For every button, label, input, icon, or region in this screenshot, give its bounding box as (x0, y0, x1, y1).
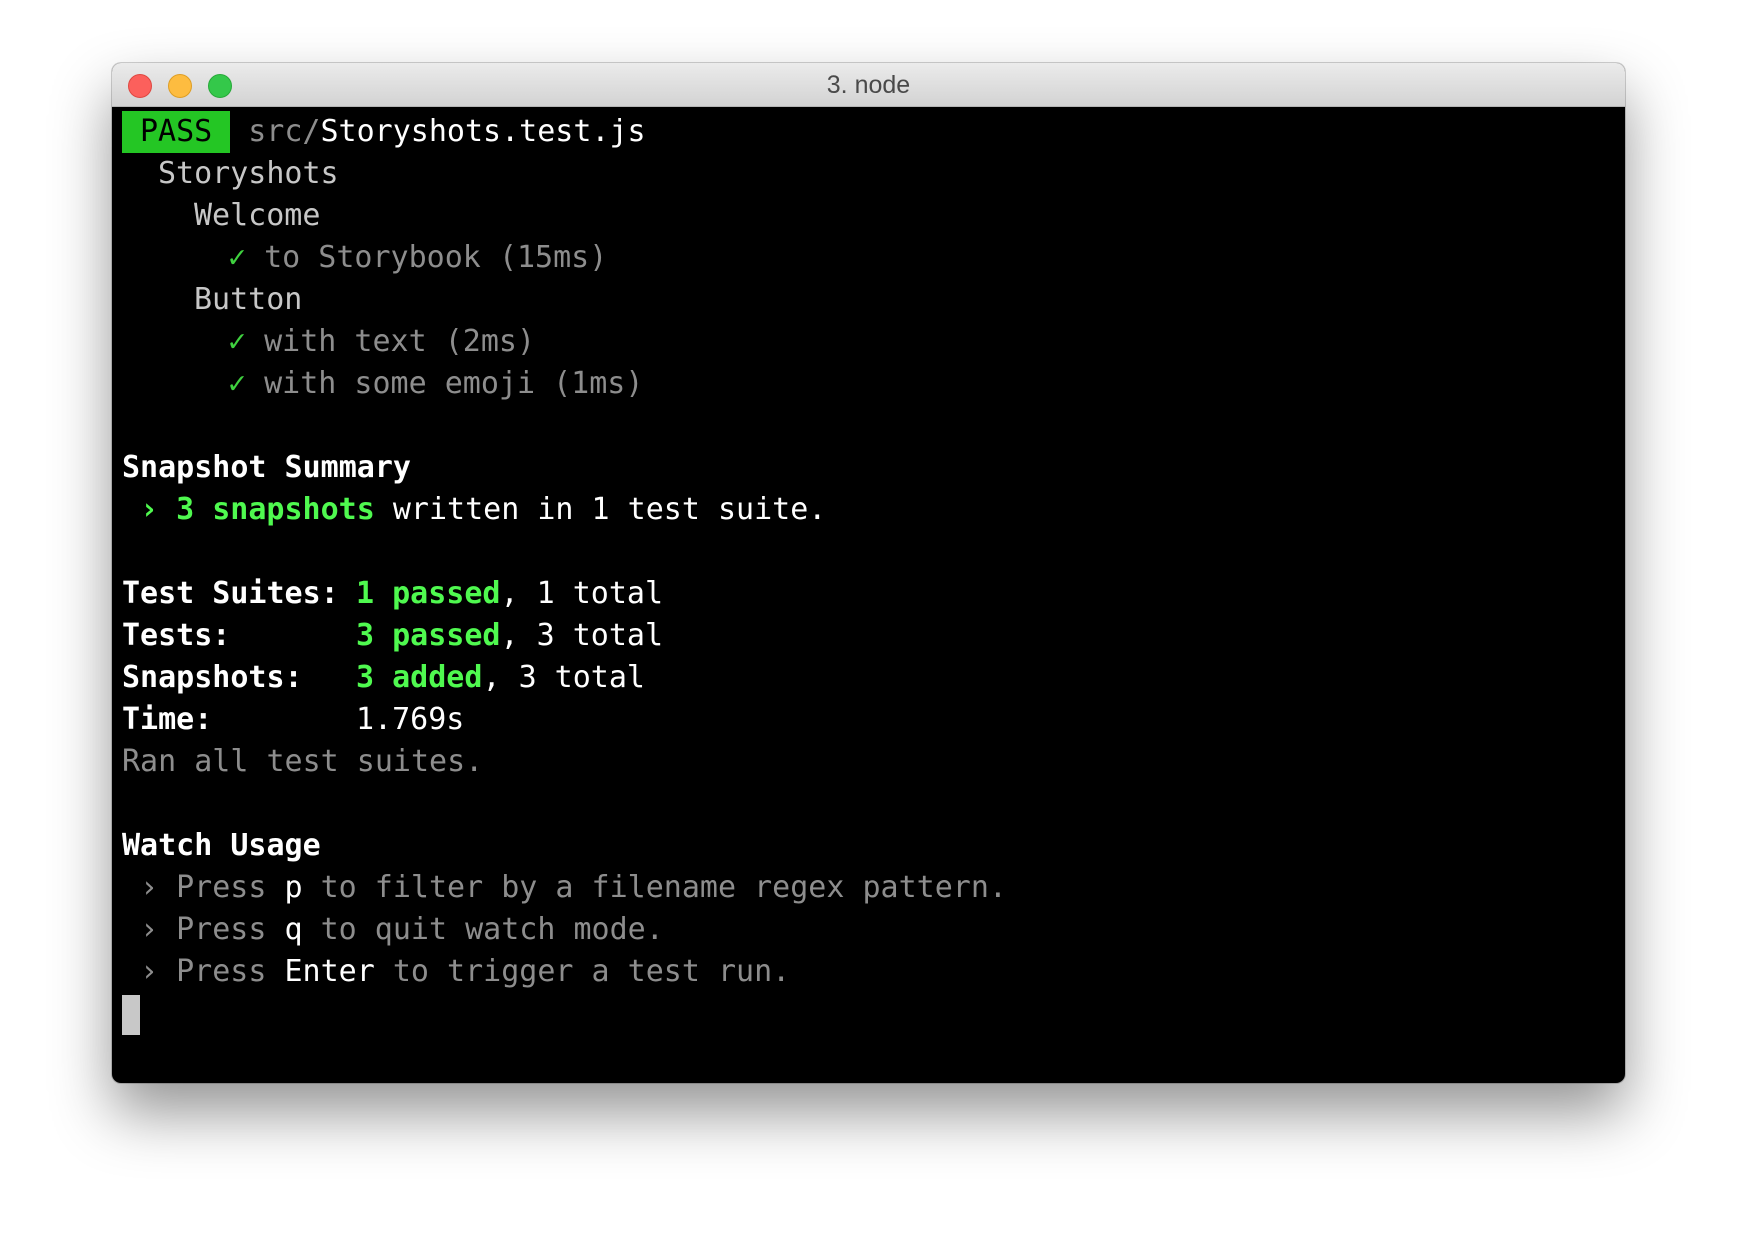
test-name: with some emoji (264, 366, 536, 401)
watch-usage-heading: Watch Usage (122, 828, 321, 863)
test-result-row: ✓ with text (2ms) (122, 321, 1625, 363)
test-file-dir: src/ (248, 114, 321, 149)
check-icon: ✓ (228, 240, 247, 275)
suite-root: Storyshots (158, 156, 339, 191)
terminal-output[interactable]: PASS src/Storyshots.test.js Storyshots We… (122, 111, 1625, 1083)
stats-label: Tests: (122, 618, 231, 653)
watch-press: Press (176, 870, 267, 905)
check-icon: ✓ (228, 324, 247, 359)
arrow-icon: › (140, 954, 159, 989)
test-result-row: ✓ to Storybook (15ms) (122, 237, 1625, 279)
stats-label: Snapshots: (122, 660, 303, 695)
watch-key: p (284, 870, 303, 905)
snapshot-summary-line: › 3 snapshots written in 1 test suite. (122, 489, 1625, 531)
stats-label: Time: (122, 702, 213, 737)
stats-total: 3 total (536, 618, 664, 653)
text-cursor (122, 994, 140, 1035)
pass-badge: PASS (122, 111, 231, 153)
stats-suites-row: Test Suites: 1 passed, 1 total (122, 573, 1625, 615)
stats-label: Test Suites: (122, 576, 339, 611)
watch-action: to filter by a filename regex pattern. (320, 870, 1007, 905)
test-result-row: ✓ with some emoji (1ms) (122, 363, 1625, 405)
watch-usage-item: › Press p to filter by a filename regex … (122, 867, 1625, 909)
watch-key: q (284, 912, 303, 947)
stats-added: 3 added (356, 660, 483, 695)
stats-passed: 1 passed (356, 576, 501, 611)
suite-group-welcome: Welcome (194, 198, 321, 233)
snapshot-count: 3 snapshots (176, 492, 375, 527)
watch-action: to quit watch mode. (320, 912, 664, 947)
watch-usage-item: › Press Enter to trigger a test run. (122, 951, 1625, 993)
ran-all-message: Ran all test suites. (122, 744, 484, 779)
stats-total: 1 total (536, 576, 664, 611)
arrow-icon: › (140, 912, 159, 947)
window-title: 3. node (826, 71, 911, 99)
arrow-icon: › (140, 492, 159, 527)
test-name: to Storybook (264, 240, 481, 275)
test-duration: (15ms) (498, 240, 608, 275)
stats-passed: 3 passed (356, 618, 501, 653)
watch-press: Press (176, 912, 267, 947)
suite-group-button: Button (194, 282, 303, 317)
test-duration: (1ms) (553, 366, 644, 401)
test-name: with text (264, 324, 427, 359)
stats-tests-row: Tests: 3 passed, 3 total (122, 615, 1625, 657)
watch-action: to trigger a test run. (392, 954, 791, 989)
check-icon: ✓ (228, 366, 247, 401)
watch-key: Enter (284, 954, 375, 989)
test-file-name: Storyshots.test.js (320, 114, 646, 149)
test-file-line: PASS src/Storyshots.test.js (122, 111, 1625, 153)
stats-snapshots-row: Snapshots: 3 added, 3 total (122, 657, 1625, 699)
title-bar[interactable]: 3. node (112, 63, 1625, 107)
test-duration: (2ms) (444, 324, 536, 359)
stats-total: 3 total (518, 660, 645, 695)
watch-usage-item: › Press q to quit watch mode. (122, 909, 1625, 951)
arrow-icon: › (140, 870, 159, 905)
stats-time-value: 1.769s (356, 702, 465, 737)
terminal-window: 3. node PASS src/Storyshots.test.js Story… (112, 63, 1625, 1083)
watch-press: Press (176, 954, 267, 989)
snapshot-summary-text: written in 1 test suite. (392, 492, 827, 527)
snapshot-summary-heading: Snapshot Summary (122, 450, 411, 485)
stats-time-row: Time: 1.769s (122, 699, 1625, 741)
prompt-line[interactable] (122, 993, 1625, 1035)
